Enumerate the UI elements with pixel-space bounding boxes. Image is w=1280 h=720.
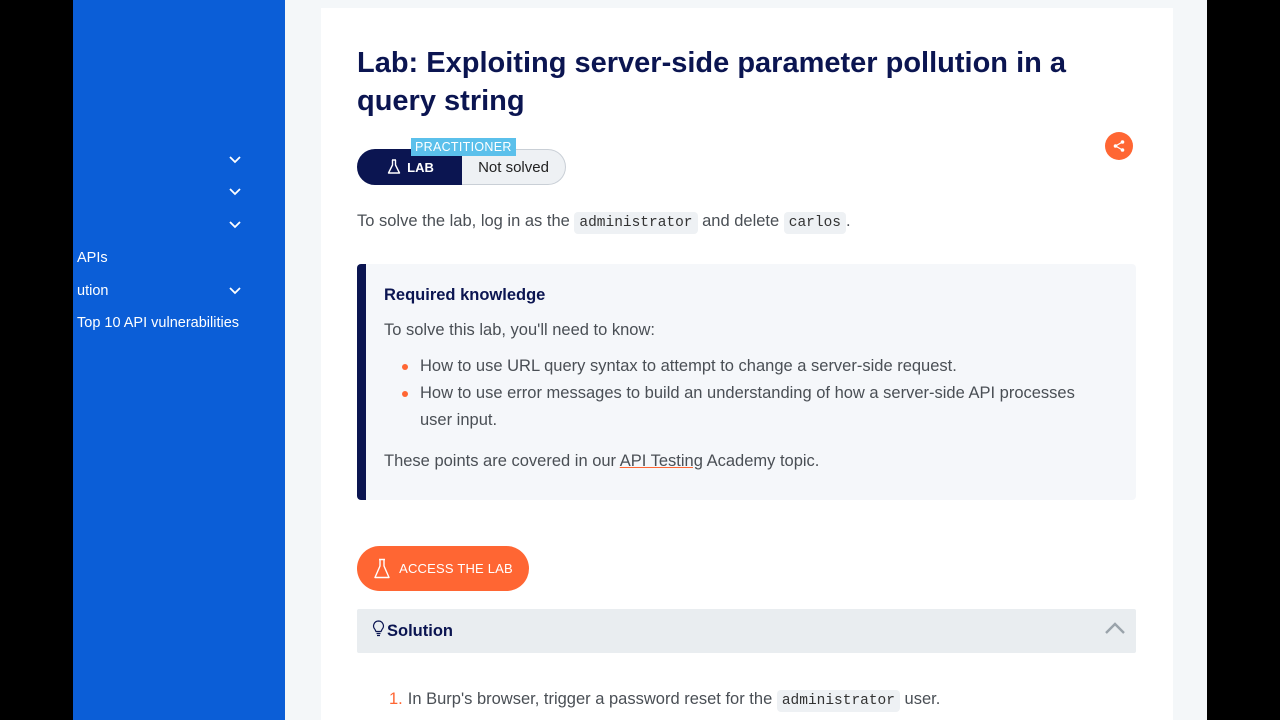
note-text: Academy topic. [702, 452, 820, 470]
list-item-text: How to use error messages to build an un… [420, 384, 1075, 429]
share-button[interactable] [1105, 132, 1133, 160]
bullet-icon [402, 364, 408, 370]
solution-toggle[interactable]: Solution [357, 609, 1136, 653]
code-administrator: administrator [574, 212, 698, 234]
chevron-down-icon[interactable] [229, 221, 241, 229]
knowledge-title: Required knowledge [384, 286, 546, 304]
knowledge-list: How to use URL query syntax to attempt t… [402, 353, 1102, 434]
knowledge-lead: To solve this lab, you'll need to know: [384, 321, 655, 339]
page-title: Lab: Exploiting server-side parameter po… [357, 47, 1067, 117]
sidebar-item-top10[interactable]: Top 10 API vulnerabilities [73, 311, 285, 335]
sidebar-item-apis[interactable]: APIs [73, 246, 285, 270]
lightbulb-icon [373, 620, 384, 637]
intro-text: To solve the lab, log in as the [357, 212, 575, 230]
flask-icon [387, 159, 401, 174]
code-administrator: administrator [776, 690, 900, 712]
required-knowledge-box: Required knowledge To solve this lab, yo… [357, 264, 1136, 500]
sidebar-item-1[interactable] [73, 148, 285, 172]
list-item: How to use error messages to build an un… [402, 380, 1102, 434]
lab-type-label: LAB [407, 159, 434, 175]
chevron-down-icon[interactable] [229, 287, 241, 295]
bullet-icon [402, 391, 408, 397]
right-letterbox [1207, 0, 1280, 720]
api-testing-link[interactable]: API Testing [620, 452, 703, 470]
intro-text: . [845, 212, 851, 230]
sidebar-item-label: Top 10 API vulnerabilities [77, 315, 240, 331]
sidebar-item-3[interactable] [73, 213, 285, 237]
solution-label: Solution [387, 622, 453, 640]
lab-status-badge: LAB Not solved PRACTITIONER [357, 138, 567, 185]
sidebar-item-label: ution [77, 283, 109, 299]
list-item-text: How to use URL query syntax to attempt t… [420, 357, 957, 375]
note-text: These points are covered in our [384, 452, 620, 470]
chevron-up-icon[interactable] [1104, 621, 1126, 635]
access-lab-button[interactable]: ACCESS THE LAB [357, 546, 529, 591]
chevron-down-icon[interactable] [229, 156, 241, 164]
step-text: user. [899, 690, 941, 708]
access-lab-label: ACCESS THE LAB [399, 561, 513, 576]
sidebar: APIs ution Top 10 API vulnerabilities [73, 0, 348, 720]
code-carlos: carlos [783, 212, 846, 234]
intro-text: and delete [697, 212, 784, 230]
solution-steps: 1. In Burp's browser, trigger a password … [389, 690, 941, 712]
step-text: In Burp's browser, trigger a password re… [407, 690, 777, 708]
difficulty-badge: PRACTITIONER [411, 138, 516, 156]
step-number: 1. [389, 690, 403, 708]
share-icon [1113, 140, 1125, 152]
flask-icon [374, 558, 390, 578]
knowledge-note: These points are covered in our API Test… [384, 452, 819, 471]
chevron-down-icon[interactable] [229, 188, 241, 196]
sidebar-item-2[interactable] [73, 180, 285, 204]
sidebar-item-label: APIs [77, 250, 108, 266]
lab-description: To solve the lab, log in as the administ… [357, 209, 851, 235]
sidebar-item-ution[interactable]: ution [73, 279, 285, 303]
list-item: How to use URL query syntax to attempt t… [402, 353, 1102, 380]
list-item: 1. In Burp's browser, trigger a password … [389, 690, 941, 712]
